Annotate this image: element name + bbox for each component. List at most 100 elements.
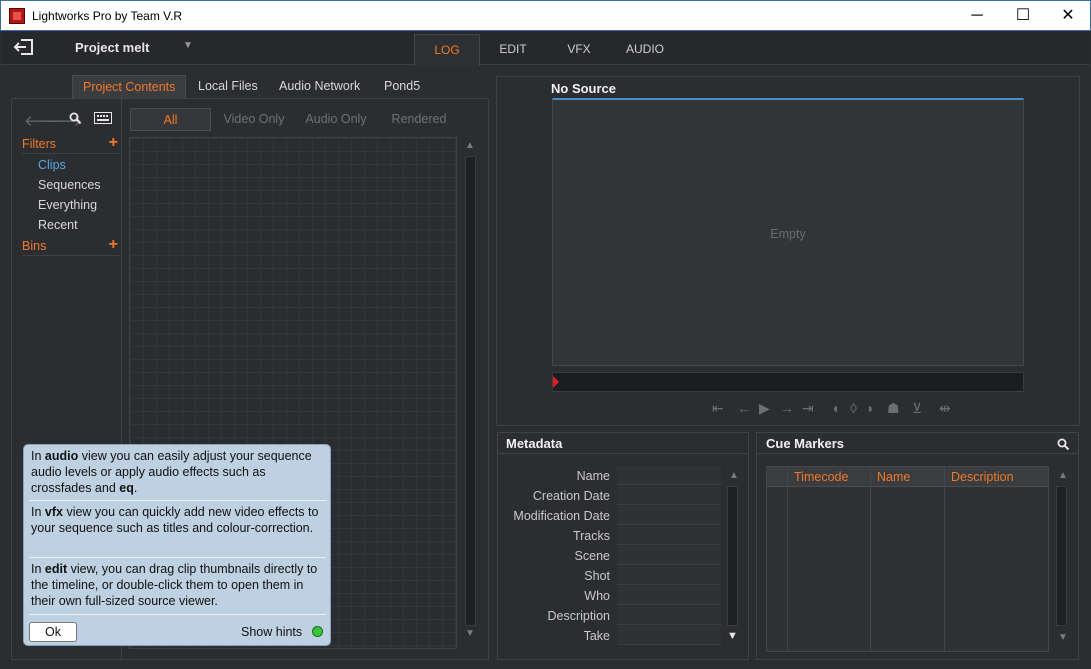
play-icon[interactable]: ▶ [759, 400, 770, 417]
cue-col-description[interactable]: Description [944, 467, 1048, 487]
cue-markers-title: Cue Markers [766, 436, 845, 451]
viewer-scrub-bar[interactable] [552, 372, 1024, 392]
bins-section: Bins + [22, 236, 119, 256]
filters-label: Filters [22, 137, 57, 151]
hint-keyword: eq [119, 481, 134, 495]
project-dropdown-icon[interactable]: ▼ [183, 40, 193, 51]
hint-text: In [31, 505, 45, 519]
mark-clear-icon[interactable]: ◊ [850, 400, 857, 416]
cue-markers-table[interactable]: Timecode Name Description [766, 466, 1049, 652]
meta-label-who: Who [584, 589, 610, 603]
go-to-start-icon[interactable]: ⇤ [712, 400, 724, 417]
tab-local-files[interactable]: Local Files [188, 75, 268, 98]
mark-in-icon[interactable]: ◖ [831, 400, 839, 416]
clips-scrollbar[interactable]: ▲ ▼ [462, 138, 478, 648]
search-icon[interactable] [69, 112, 82, 125]
show-hints-label: Show hints [241, 625, 303, 639]
go-to-end-icon[interactable]: ⇥ [802, 400, 814, 417]
cue-col-name[interactable]: Name [870, 467, 944, 487]
meta-label-shot: Shot [584, 569, 610, 583]
hint-divider [29, 614, 326, 615]
replace-icon[interactable]: ⇹ [939, 400, 951, 417]
hint-text: view, you can drag clip thumbnails direc… [31, 562, 318, 608]
meta-value-take[interactable] [617, 626, 721, 645]
meta-label-scene: Scene [574, 549, 610, 563]
add-bin-icon[interactable]: + [109, 236, 118, 254]
view-tab-all[interactable]: All [130, 108, 211, 131]
viewer-empty-label: Empty [770, 227, 806, 241]
scroll-down-icon[interactable]: ▼ [465, 628, 475, 639]
cue-scroll-down-icon[interactable]: ▼ [1058, 632, 1068, 643]
filters-section: Filters + [22, 134, 119, 154]
view-tab-rendered[interactable]: Rendered [380, 108, 458, 131]
minimize-button[interactable]: ─ [954, 1, 1000, 31]
meta-value-description[interactable] [617, 606, 721, 625]
cue-col-divider [944, 467, 945, 651]
meta-label-tracks: Tracks [572, 529, 610, 543]
window-title: Lightworks Pro by Team V.R [32, 9, 183, 23]
view-tab-audio-only[interactable]: Audio Only [297, 108, 375, 131]
viewer-screen[interactable]: Empty [552, 98, 1024, 366]
meta-label-description: Description [547, 609, 610, 623]
insert-icon[interactable]: ⊻ [912, 400, 922, 417]
hint-text: view you can quickly add new video effec… [31, 505, 319, 535]
tab-audio-network[interactable]: Audio Network [269, 75, 370, 98]
cue-search-icon[interactable] [1057, 438, 1070, 451]
app-top-bar: Project melt ▼ LOG EDIT VFX AUDIO [1, 31, 1090, 66]
meta-value-modification-date[interactable] [617, 506, 721, 525]
filter-clips[interactable]: Clips [38, 158, 66, 172]
cue-col-select [767, 467, 787, 487]
filter-everything[interactable]: Everything [38, 198, 97, 212]
cue-scroll-up-icon[interactable]: ▲ [1058, 470, 1068, 481]
meta-value-tracks[interactable] [617, 526, 721, 545]
metadata-scrollbar[interactable] [727, 486, 738, 626]
metadata-divider [498, 453, 748, 454]
meta-value-scene[interactable] [617, 546, 721, 565]
show-hints-toggle[interactable] [312, 626, 323, 637]
scroll-up-icon[interactable]: ▲ [465, 140, 475, 151]
cue-scrollbar[interactable] [1056, 486, 1067, 626]
meta-label-creation-date: Creation Date [532, 489, 610, 503]
viewer-source-title: No Source [551, 81, 617, 96]
bins-label: Bins [22, 239, 47, 253]
metadata-scroll-up-icon[interactable]: ▲ [729, 470, 739, 481]
tab-log[interactable]: LOG [414, 34, 480, 66]
tab-project-contents[interactable]: Project Contents [72, 75, 187, 98]
maximize-button[interactable]: ☐ [1000, 1, 1046, 31]
mark-record-icon[interactable]: ☗ [887, 400, 900, 417]
metadata-scroll-down-icon[interactable]: ▼ [727, 630, 738, 642]
hint-text: . [133, 481, 138, 495]
hint-divider [29, 557, 326, 558]
scrollbar-track[interactable] [465, 156, 476, 626]
tab-pond5[interactable]: Pond5 [374, 75, 430, 98]
meta-value-shot[interactable] [617, 566, 721, 585]
tab-edit[interactable]: EDIT [480, 34, 546, 66]
meta-value-creation-date[interactable] [617, 486, 721, 505]
meta-label-modification-date: Modification Date [513, 509, 610, 523]
add-filter-icon[interactable]: + [109, 134, 118, 152]
hint-keyword: audio [44, 449, 79, 463]
playhead-marker[interactable] [553, 376, 559, 388]
tab-audio[interactable]: AUDIO [612, 34, 678, 66]
cue-markers-divider [757, 453, 1078, 454]
view-tab-video-only[interactable]: Video Only [213, 108, 295, 131]
hint-text: In [31, 562, 45, 576]
exit-project-icon[interactable] [13, 38, 35, 56]
project-name[interactable]: Project melt [75, 40, 149, 55]
filter-sequences[interactable]: Sequences [38, 178, 101, 192]
tab-vfx[interactable]: VFX [546, 34, 612, 66]
keyboard-icon[interactable] [94, 112, 112, 124]
cue-col-timecode[interactable]: Timecode [787, 467, 871, 487]
meta-value-who[interactable] [617, 586, 721, 605]
close-button[interactable]: ✕ [1045, 1, 1091, 31]
hint-divider [29, 500, 326, 501]
filter-recent[interactable]: Recent [38, 218, 78, 232]
app-logo-icon [9, 8, 25, 24]
cue-col-divider [787, 467, 788, 651]
step-back-icon[interactable]: ← [737, 400, 751, 416]
ok-button[interactable]: Ok [29, 622, 77, 642]
step-forward-icon[interactable]: → [780, 400, 794, 416]
meta-label-name: Name [576, 469, 610, 483]
mark-out-icon[interactable]: ◗ [866, 400, 874, 416]
meta-value-name[interactable] [617, 466, 721, 485]
